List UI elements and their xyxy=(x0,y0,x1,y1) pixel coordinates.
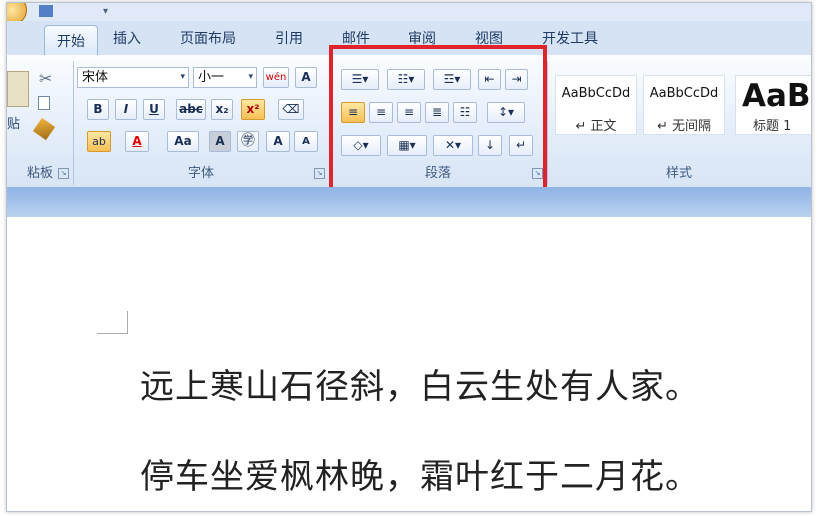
word-window: ▾ 开始 插入 页面布局 引用 邮件 审阅 视图 开发工具 贴 ✂ 粘板 ↘ 宋… xyxy=(6,2,812,512)
document-page: 远上寒山石径斜，白云生处有人家。 停车坐爱枫林晚，霜叶红于二月花。 xyxy=(7,217,811,511)
document-line-1: 远上寒山石径斜，白云生处有人家。 xyxy=(140,367,700,407)
document-ruler-band xyxy=(7,187,811,217)
margin-corner-marker xyxy=(97,311,128,334)
document-line-2: 停车坐爱枫林晚，霜叶红于二月花。 xyxy=(140,457,700,497)
